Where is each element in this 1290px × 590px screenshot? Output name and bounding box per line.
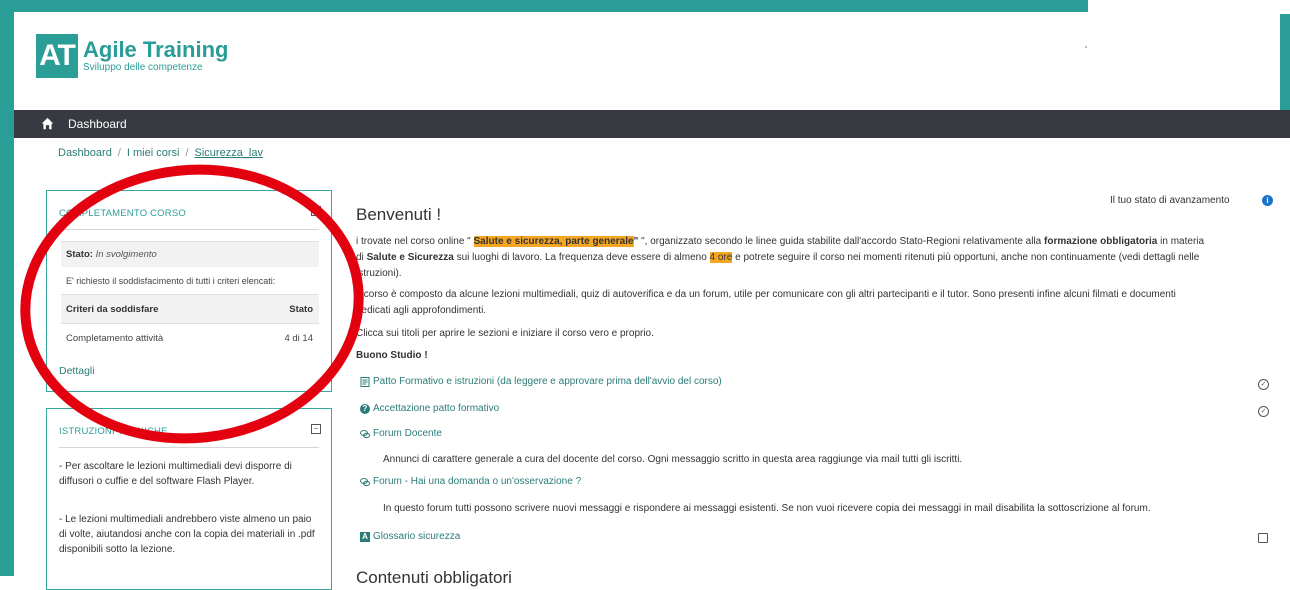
activity-link-accettazione[interactable]: ? Accettazione patto formativo	[360, 403, 499, 414]
activity-label: Forum Docente	[373, 428, 442, 439]
glossary-icon: A	[360, 531, 370, 542]
breadcrumb: Dashboard / I miei corsi / Sicurezza_lav	[58, 147, 263, 159]
activity-label: Accettazione patto formativo	[373, 403, 500, 414]
criteria-table-header: Criteri da soddisfare Stato	[61, 294, 319, 324]
intro-text: i trovate nel corso online "	[356, 236, 474, 247]
welcome-heading: Benvenuti !	[356, 205, 442, 224]
breadcrumb-dashboard[interactable]: Dashboard	[58, 147, 112, 159]
block-title: COMPLETAMENTO CORSO	[59, 208, 186, 219]
requirement-text: E' richiesto il soddisfacimento di tutti…	[66, 276, 276, 286]
intro-text: di	[356, 252, 367, 263]
completion-check-icon[interactable]: ✓	[1258, 406, 1269, 417]
description-text: Il corso è composto da alcune lezioni mu…	[356, 289, 1176, 300]
intro-text: ", organizzato secondo le linee guida st…	[638, 236, 1045, 247]
instruction-paragraph: - Le lezioni multimediali andrebbero vis…	[59, 514, 315, 555]
breadcrumb-separator: /	[117, 147, 121, 159]
breadcrumb-current-course[interactable]: Sicurezza_lav	[195, 147, 263, 159]
course-description: Il corso è composto da alcune lezioni mu…	[356, 287, 1266, 319]
progress-label: Il tuo stato di avanzamento	[1110, 195, 1230, 206]
intro-bold-text: Salute e Sicurezza	[366, 252, 454, 263]
activity-label: Forum - Hai una domanda o un'osservazion…	[373, 476, 582, 487]
details-link[interactable]: Dettagli	[59, 365, 95, 377]
criteria-progress: 4 di 14	[284, 333, 313, 344]
description-text: dedicati agli approfondimenti.	[356, 305, 487, 316]
top-navbar	[14, 110, 1290, 138]
activity-description: In questo forum tutti possono scrivere n…	[383, 503, 1151, 514]
logo-text: Agile Training Sviluppo delle competenze	[83, 38, 228, 74]
intro-text: sui luoghi di lavoro. La frequenza deve …	[453, 252, 710, 263]
instruction-text: Clicca sui titoli per aprire le sezioni …	[356, 328, 654, 339]
activity-label: Patto Formativo e istruzioni (da leggere…	[373, 376, 722, 387]
status-label: Stato:	[66, 249, 93, 260]
activity-link-forum-domande[interactable]: Forum - Hai una domanda o un'osservazion…	[360, 476, 581, 487]
info-icon[interactable]: i	[1262, 195, 1273, 206]
activity-link-forum-docente[interactable]: Forum Docente	[360, 428, 442, 439]
course-name-highlight: Salute e sicurezza, parte generale	[473, 236, 634, 247]
status-row: Stato: In svolgimento	[61, 241, 319, 267]
logo-tagline: Sviluppo delle competenze	[83, 62, 203, 73]
good-study-text: Buono Studio !	[356, 350, 428, 361]
intro-paragraph: i trovate nel corso online " Salute e si…	[356, 234, 1266, 282]
document-icon	[360, 376, 370, 387]
status-value: In svolgimento	[95, 249, 157, 260]
help-icon: ?	[360, 403, 370, 414]
logo-title: Agile Training	[83, 37, 229, 62]
home-icon[interactable]	[41, 117, 54, 130]
activity-link-patto-formativo[interactable]: Patto Formativo e istruzioni (da leggere…	[360, 376, 722, 387]
activity-label: Glossario sicurezza	[373, 531, 461, 542]
table-row: Completamento attività 4 di 14	[61, 324, 319, 354]
criteria-column-header: Criteri da soddisfare	[66, 304, 159, 315]
course-completion-block: COMPLETAMENTO CORSO − Stato: In svolgime…	[46, 190, 332, 392]
intro-text: istruzioni).	[356, 268, 402, 279]
forum-icon	[360, 429, 370, 438]
frame-left-border	[0, 0, 14, 576]
site-logo[interactable]: AT Agile Training Sviluppo delle compete…	[36, 34, 228, 78]
logo-mark: AT	[36, 34, 78, 78]
intro-text: e potrete seguire il corso nei momenti r…	[732, 252, 1200, 263]
section-heading: Contenuti obbligatori	[356, 568, 512, 587]
activity-description: Annunci di carattere generale a cura del…	[383, 454, 963, 465]
divider	[59, 447, 319, 448]
collapse-icon[interactable]: −	[311, 424, 321, 434]
block-title: ISTRUZIONI TECNICHE	[59, 426, 168, 437]
divider	[59, 229, 319, 230]
completion-check-icon[interactable]: ✓	[1258, 379, 1269, 390]
intro-text: in materia	[1157, 236, 1205, 247]
collapse-icon[interactable]: −	[311, 206, 321, 216]
breadcrumb-my-courses[interactable]: I miei corsi	[127, 147, 180, 159]
hours-highlight: 4 ore	[709, 252, 733, 263]
criteria-label: Completamento attività	[66, 333, 164, 344]
breadcrumb-separator: /	[185, 147, 189, 159]
instruction-paragraph: - Per ascoltare le lezioni multimediali …	[59, 461, 292, 487]
technical-instructions-block: ISTRUZIONI TECNICHE − - Per ascoltare le…	[46, 408, 332, 590]
completion-checkbox[interactable]	[1258, 533, 1268, 543]
header-divider-dot	[1085, 46, 1087, 48]
frame-gap	[1088, 0, 1290, 14]
frame-right-border	[1280, 14, 1290, 110]
nav-dashboard-link[interactable]: Dashboard	[68, 117, 127, 131]
forum-icon	[360, 477, 370, 486]
activity-link-glossario[interactable]: A Glossario sicurezza	[360, 531, 460, 542]
intro-bold-text: formazione obbligatoria	[1044, 236, 1158, 247]
state-column-header: Stato	[289, 304, 313, 315]
